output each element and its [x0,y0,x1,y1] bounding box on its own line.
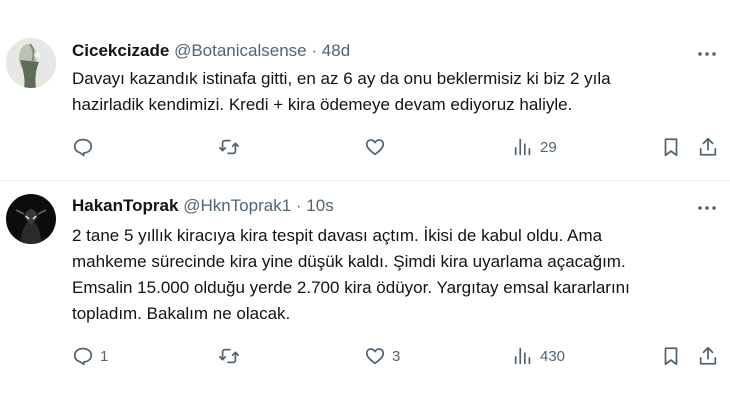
reply-icon [73,138,93,157]
tweet-time[interactable]: 48d [322,41,350,60]
tweet-actions: 1 3 430 [0,343,730,369]
heart-icon [365,139,385,156]
avatar-image [6,194,56,244]
reply-button[interactable]: 1 [72,343,108,369]
avatar-image [6,38,56,88]
bookmark-icon [664,138,678,157]
like-button[interactable]: 3 [364,343,400,369]
author-handle[interactable]: @Botanicalsense [174,41,307,60]
tweet-text: Davayı kazandık istinafa gitti, en az 6 … [72,66,712,118]
tweet-text: 2 tane 5 yıllık kiracıya kira tespit dav… [72,223,712,327]
more-options-icon[interactable] [696,197,718,219]
tweet[interactable]: Cicekcizade @Botanicalsense · 48d Davayı… [0,0,730,180]
share-button[interactable] [697,134,719,160]
tweet-text-line: mahkeme sürecinde kira yine düşük kaldı.… [72,252,626,271]
views-bar-chart-icon [514,347,531,365]
share-button[interactable] [697,343,719,369]
tweet-text-line: 2 tane 5 yıllık kiracıya kira tespit dav… [72,226,603,245]
tweet-header: Cicekcizade @Botanicalsense · 48d [72,40,350,62]
view-count: 29 [540,138,557,156]
bookmark-button[interactable] [660,134,682,160]
retweet-button[interactable] [218,343,246,369]
view-count: 430 [540,347,566,365]
more-options-icon[interactable] [696,43,718,65]
share-upload-icon [699,137,717,156]
separator-dot: · [311,41,318,60]
like-button[interactable] [364,134,392,160]
tweet-header: HakanToprak @HknToprak1 · 10s [72,195,334,217]
separator-dot: · [295,196,302,215]
bookmark-button[interactable] [660,343,682,369]
reply-icon [73,347,93,366]
tweet-text-line: Davayı kazandık istinafa gitti, en az 6 … [72,69,611,88]
tweet[interactable]: HakanToprak @HknToprak1 · 10s 2 tane 5 y… [0,181,730,420]
tweet-text-line: Emsalin 15.000 olduğu yerde 2.700 kira ö… [72,278,630,297]
bookmark-icon [664,347,678,366]
author-name[interactable]: Cicekcizade [72,41,169,60]
reply-button[interactable] [72,134,100,160]
author-handle[interactable]: @HknToprak1 [183,196,291,215]
retweet-icon [218,348,240,364]
avatar[interactable] [6,38,56,88]
share-upload-icon [699,346,717,365]
retweet-icon [218,139,240,155]
author-name[interactable]: HakanToprak [72,196,178,215]
avatar[interactable] [6,194,56,244]
reply-count: 1 [100,347,109,365]
tweet-text-line: hazirladik kendimizi. Kredi + kira ödeme… [72,95,573,114]
tweet-time[interactable]: 10s [306,196,333,215]
views-bar-chart-icon [514,138,531,156]
tweet-text-line: topladım. Bakalım ne olacak. [72,304,291,323]
views-button[interactable]: 29 [512,134,557,160]
views-button[interactable]: 430 [512,343,565,369]
tweet-actions: 29 [0,134,730,160]
retweet-button[interactable] [218,134,246,160]
heart-icon [365,348,385,365]
like-count: 3 [392,347,401,365]
